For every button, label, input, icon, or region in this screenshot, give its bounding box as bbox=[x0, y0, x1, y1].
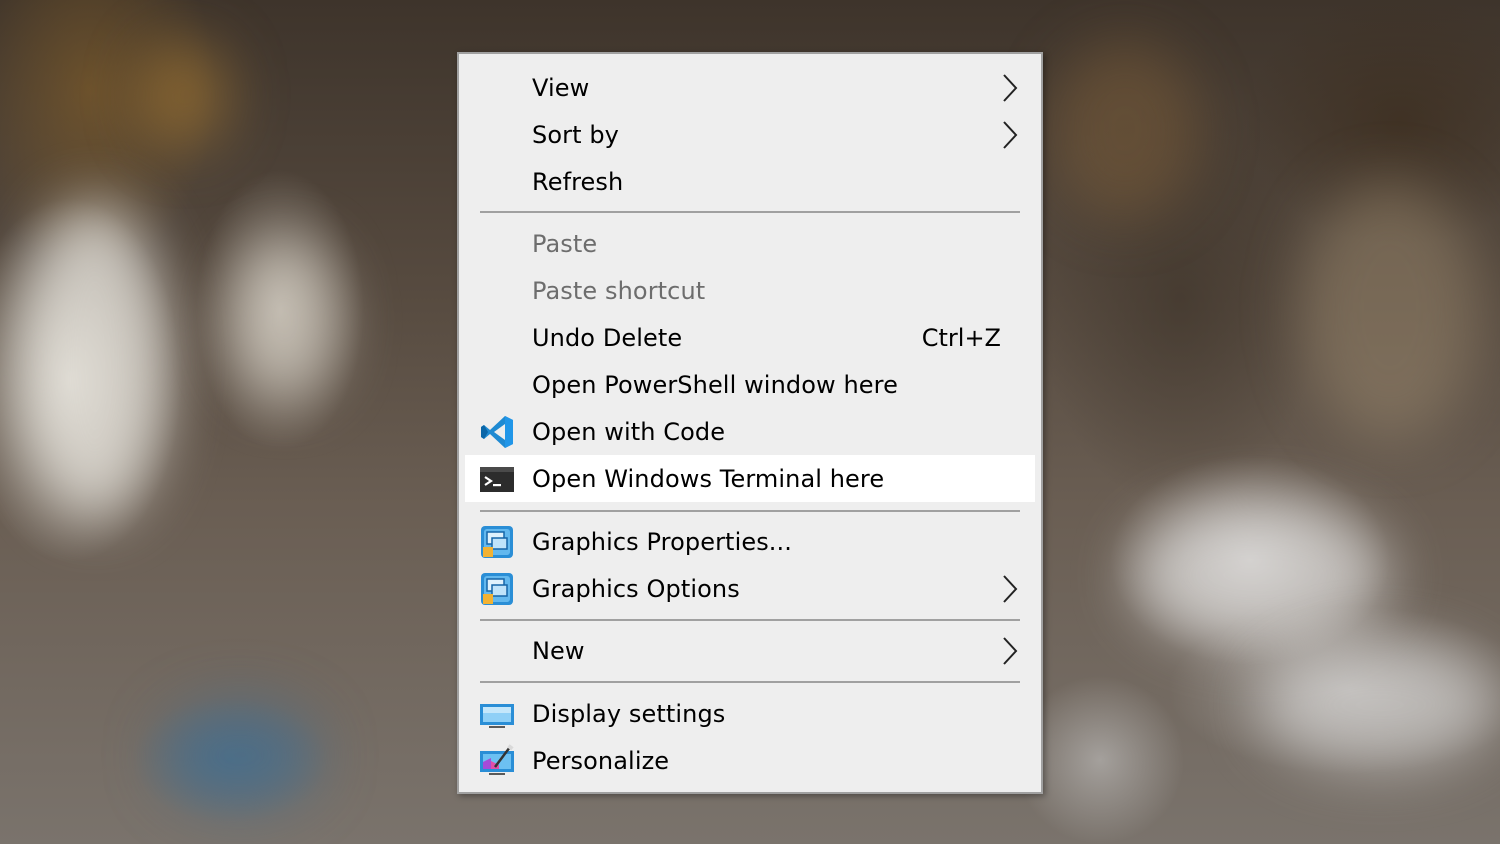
chevron-right-icon bbox=[1003, 574, 1018, 603]
menu-item-personalize[interactable]: Personalize bbox=[465, 737, 1035, 784]
vscode-icon bbox=[481, 415, 513, 448]
menu-separator bbox=[480, 211, 1020, 213]
menu-item-open-powershell-label: Open PowerShell window here bbox=[532, 370, 898, 399]
menu-separator bbox=[480, 619, 1020, 621]
menu-item-new[interactable]: New bbox=[465, 627, 1035, 674]
desktop-context-menu: View Sort by Refresh Paste Paste shortcu… bbox=[457, 52, 1043, 794]
menu-item-graphics-properties-label: Graphics Properties... bbox=[532, 527, 792, 556]
menu-item-sort-by-label: Sort by bbox=[532, 120, 619, 149]
menu-item-undo-delete[interactable]: Undo Delete Ctrl+Z bbox=[465, 314, 1035, 361]
chevron-right-icon bbox=[1003, 73, 1018, 102]
menu-item-graphics-options[interactable]: Graphics Options bbox=[465, 565, 1035, 612]
menu-item-open-with-code[interactable]: Open with Code bbox=[465, 408, 1035, 455]
menu-separator bbox=[480, 681, 1020, 683]
menu-item-sort-by[interactable]: Sort by bbox=[465, 111, 1035, 158]
menu-item-undo-delete-label: Undo Delete bbox=[532, 323, 683, 352]
menu-separator bbox=[480, 510, 1020, 512]
chevron-right-icon bbox=[1003, 636, 1018, 665]
menu-item-graphics-properties[interactable]: Graphics Properties... bbox=[465, 518, 1035, 565]
menu-item-graphics-options-label: Graphics Options bbox=[532, 574, 740, 603]
terminal-icon bbox=[480, 466, 514, 492]
menu-item-view[interactable]: View bbox=[465, 64, 1035, 111]
menu-item-open-windows-terminal-label: Open Windows Terminal here bbox=[532, 464, 885, 493]
menu-item-new-label: New bbox=[532, 636, 585, 665]
menu-item-paste-shortcut-label: Paste shortcut bbox=[532, 276, 706, 305]
menu-item-display-settings-label: Display settings bbox=[532, 699, 726, 728]
menu-item-open-powershell[interactable]: Open PowerShell window here bbox=[465, 361, 1035, 408]
menu-item-refresh-label: Refresh bbox=[532, 167, 624, 196]
intel-graphics-icon bbox=[481, 525, 513, 558]
intel-graphics-icon bbox=[481, 572, 513, 605]
display-icon bbox=[480, 703, 514, 728]
chevron-right-icon bbox=[1003, 120, 1018, 149]
menu-item-personalize-label: Personalize bbox=[532, 746, 670, 775]
menu-item-paste-shortcut: Paste shortcut bbox=[465, 267, 1035, 314]
undo-delete-shortcut: Ctrl+Z bbox=[921, 323, 1001, 352]
menu-item-paste: Paste bbox=[465, 220, 1035, 267]
personalize-icon bbox=[480, 743, 514, 775]
menu-item-open-with-code-label: Open with Code bbox=[532, 417, 726, 446]
menu-item-view-label: View bbox=[532, 73, 590, 102]
menu-item-paste-label: Paste bbox=[532, 229, 598, 258]
menu-item-display-settings[interactable]: Display settings bbox=[465, 690, 1035, 737]
menu-item-refresh[interactable]: Refresh bbox=[465, 158, 1035, 205]
menu-item-open-windows-terminal[interactable]: Open Windows Terminal here bbox=[465, 455, 1035, 502]
